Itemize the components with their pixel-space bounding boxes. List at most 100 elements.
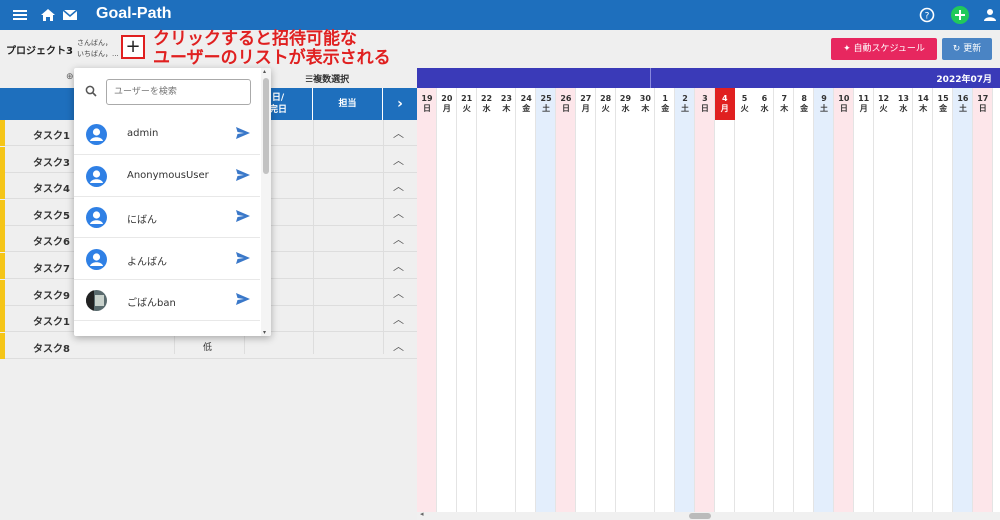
day-column[interactable]: 6水	[754, 88, 775, 512]
chevron-up-icon[interactable]: ︿	[393, 125, 404, 141]
day-column[interactable]: 8金	[794, 88, 815, 512]
user-list-item[interactable]: よんばん	[74, 240, 260, 280]
weekday: 月	[442, 104, 451, 113]
user-search-input[interactable]	[107, 80, 250, 104]
day-column[interactable]: 5火	[734, 88, 755, 512]
person-icon	[86, 165, 107, 187]
account-icon[interactable]	[982, 7, 998, 23]
scroll-left-icon[interactable]: ◂	[420, 510, 424, 518]
weekday: 水	[482, 104, 491, 113]
day-column[interactable]: 4月	[714, 88, 735, 512]
mail-icon[interactable]	[62, 7, 78, 23]
header-next-button[interactable]: ›	[383, 88, 417, 120]
home-icon[interactable]	[40, 7, 56, 23]
chevron-up-icon[interactable]: ︿	[393, 178, 404, 194]
scroll-thumb[interactable]	[689, 513, 711, 519]
user-list-item[interactable]: admin	[74, 115, 260, 155]
gantt-chart[interactable]: 2022年07月 19 日 20 月 21 火 22 水 23 木 24 金 25 土 26 日 27 月 28 火 2…	[417, 68, 1000, 520]
day-column[interactable]: 29 水	[615, 88, 636, 512]
scroll-up-icon[interactable]: ▴	[263, 68, 266, 75]
day-column[interactable]: 25 土	[536, 88, 557, 512]
day-column[interactable]: 9土	[814, 88, 834, 512]
day-column[interactable]: 22 水	[476, 88, 497, 512]
scroll-down-icon[interactable]: ▾	[263, 329, 266, 336]
add-circle-icon[interactable]	[951, 6, 969, 24]
chevron-up-icon[interactable]: ︿	[393, 311, 404, 327]
day-column[interactable]: 3日	[694, 88, 715, 512]
user-list-item[interactable]: にばん	[74, 198, 260, 238]
task-name[interactable]: タスク8	[33, 340, 70, 355]
header-owner[interactable]: 担当	[313, 88, 383, 120]
day-column[interactable]: 30 木	[635, 88, 656, 512]
vertical-scrollbar[interactable]: ▴ ▾	[261, 68, 271, 336]
day-column[interactable]: 15 金	[933, 88, 954, 512]
day-column[interactable]: 21 火	[456, 88, 477, 512]
refresh-button[interactable]: ↻ 更新	[942, 38, 992, 60]
user-name: にばん	[127, 215, 157, 226]
day-column[interactable]: 19 日	[417, 88, 437, 512]
day-header: 5火	[735, 88, 755, 120]
task-name[interactable]: タスク7	[33, 260, 70, 275]
user-list-item[interactable]: ごばんban	[74, 281, 260, 321]
task-marker	[0, 146, 5, 173]
day-column[interactable]: 12 火	[873, 88, 894, 512]
vertical-scroll-thumb[interactable]	[263, 78, 269, 174]
day-number: 27	[580, 94, 592, 103]
horizontal-scrollbar[interactable]: ◂	[417, 510, 1000, 520]
day-column[interactable]: 27 月	[575, 88, 596, 512]
task-name[interactable]: タスク9	[33, 287, 70, 302]
day-column[interactable]: 14 木	[913, 88, 934, 512]
day-column[interactable]: 2土	[675, 88, 696, 512]
day-header: 10 日	[834, 88, 854, 120]
user-list-item[interactable]: AnonymousUser	[74, 157, 260, 197]
day-column[interactable]: 1金	[655, 88, 676, 512]
day-number: 17	[977, 94, 989, 103]
day-number: 28	[600, 94, 612, 103]
day-label: 7木	[774, 94, 794, 114]
day-column[interactable]: 11 月	[853, 88, 874, 512]
day-column[interactable]: 26 日	[555, 88, 576, 512]
send-invite-icon[interactable]	[235, 209, 251, 223]
filter-icon[interactable]: ⊕	[66, 72, 74, 82]
chevron-up-icon[interactable]: ︿	[393, 338, 404, 354]
member-list[interactable]: さんばん， いちばん，...	[77, 38, 119, 60]
task-name[interactable]: タスク1	[33, 127, 70, 142]
user-name: admin	[127, 128, 159, 139]
day-column[interactable]: 17 日	[972, 88, 993, 512]
send-invite-icon[interactable]	[235, 168, 251, 182]
send-invite-icon[interactable]	[235, 251, 251, 265]
day-column[interactable]: 20 月	[436, 88, 457, 512]
add-member-button[interactable]: +	[121, 35, 145, 59]
task-name[interactable]: タスク5	[33, 207, 70, 222]
day-label: 29 水	[616, 94, 636, 114]
day-column[interactable]: 13 水	[893, 88, 914, 512]
menu-icon[interactable]	[12, 7, 28, 23]
day-header: 15 金	[933, 88, 953, 120]
chevron-up-icon[interactable]: ︿	[393, 152, 404, 168]
day-column[interactable]: 28 火	[595, 88, 616, 512]
chevron-up-icon[interactable]: ︿	[393, 258, 404, 274]
task-name[interactable]: タスク3	[33, 154, 70, 169]
auto-schedule-button[interactable]: ✦ 自動スケジュール	[831, 38, 937, 60]
day-column[interactable]: 16 土	[952, 88, 973, 512]
app-title[interactable]: Goal-Path	[96, 5, 172, 23]
multi-select-toggle[interactable]: ☰複数選択	[305, 72, 349, 85]
help-icon[interactable]: ?	[919, 7, 935, 23]
day-number: 12	[877, 94, 890, 103]
weekday: 土	[681, 104, 690, 113]
send-invite-icon[interactable]	[235, 292, 251, 306]
day-column[interactable]: 23 木	[496, 88, 517, 512]
task-name[interactable]: タスク6	[33, 233, 70, 248]
table-row[interactable]: タスク8 低 ︿	[0, 332, 417, 359]
day-column[interactable]: 7木	[774, 88, 795, 512]
task-name[interactable]: タスク1	[33, 313, 70, 328]
day-column[interactable]: 24 金	[516, 88, 537, 512]
day-column[interactable]: 10 日	[833, 88, 854, 512]
chevron-up-icon[interactable]: ︿	[393, 205, 404, 221]
send-invite-icon[interactable]	[235, 126, 251, 140]
weekday: 土	[542, 104, 551, 113]
chevron-up-icon[interactable]: ︿	[393, 285, 404, 301]
weekday: 日	[423, 104, 431, 113]
chevron-up-icon[interactable]: ︿	[393, 231, 404, 247]
task-name[interactable]: タスク4	[33, 180, 70, 195]
